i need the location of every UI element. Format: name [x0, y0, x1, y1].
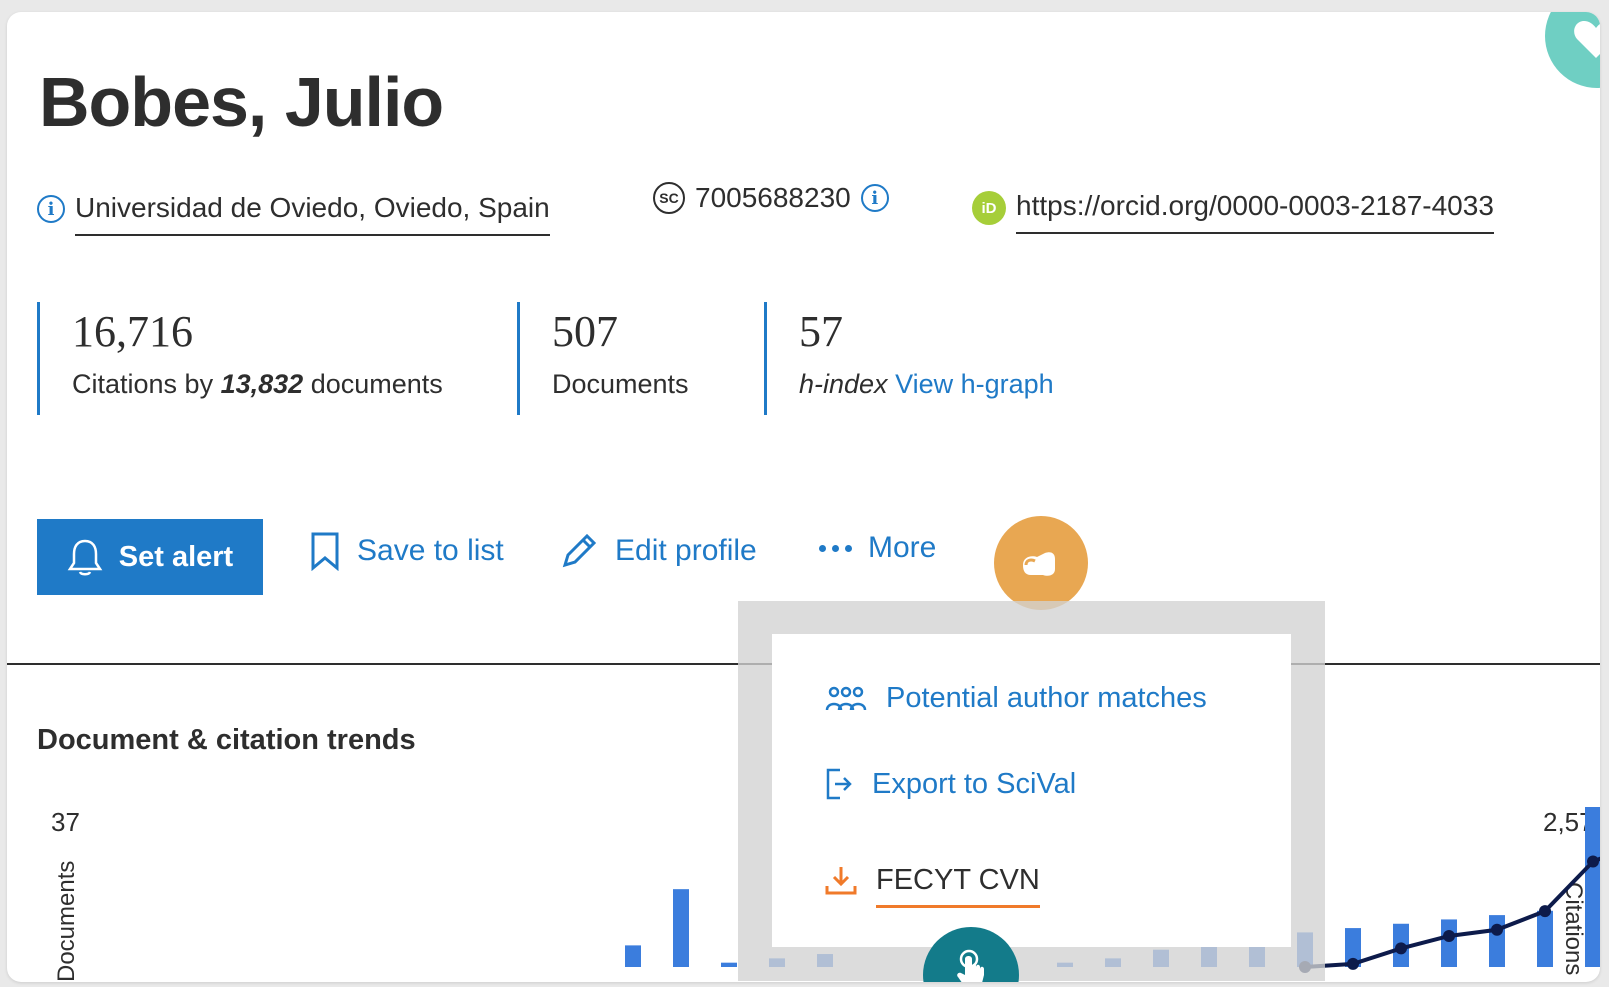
- scopus-id-value: 7005688230: [695, 182, 851, 213]
- documents-bar[interactable]: [721, 962, 737, 967]
- bookmark-icon: [311, 532, 339, 571]
- orcid-link[interactable]: https://orcid.org/0000-0003-2187-4033: [1016, 190, 1494, 234]
- trends-title: Document & citation trends: [37, 724, 416, 756]
- citations-point[interactable]: [1587, 855, 1599, 868]
- author-profile-card: Bobes, Julio i Universidad de Oviedo, Ov…: [7, 12, 1600, 982]
- export-icon: [826, 768, 852, 800]
- people-group-icon: [825, 686, 867, 710]
- citations-point[interactable]: [1443, 929, 1455, 942]
- citations-point[interactable]: [1539, 905, 1551, 918]
- hint-hand-badge: [994, 516, 1088, 610]
- hindex-value: 57: [799, 307, 843, 356]
- documents-bar[interactable]: [1489, 915, 1505, 967]
- citations-label[interactable]: Citations by 13,832 documents: [72, 369, 443, 400]
- orcid: iD https://orcid.org/0000-0003-2187-4033: [972, 182, 1494, 234]
- hand-tap-icon: [957, 949, 984, 982]
- info-icon[interactable]: i: [37, 195, 65, 223]
- author-meta-row: i Universidad de Oviedo, Oviedo, Spain S…: [7, 182, 1600, 236]
- save-to-list-button[interactable]: Save to list: [309, 531, 504, 571]
- citing-documents-count: 13,832: [220, 369, 304, 399]
- hindex-metric: 57 h-index View h-graph: [764, 302, 1054, 415]
- documents-metric: 507 Documents: [517, 302, 689, 415]
- hand-point-icon: [1023, 552, 1055, 576]
- menu-item-fecyt-cvn[interactable]: FECYT CVN: [824, 852, 1040, 908]
- hindex-label: h-index View h-graph: [799, 369, 1054, 399]
- menu-item-potential-author-matches[interactable]: Potential author matches: [824, 682, 1207, 715]
- documents-bar[interactable]: [1441, 919, 1457, 967]
- view-hgraph-link[interactable]: View h-graph: [895, 369, 1054, 399]
- affiliation: i Universidad de Oviedo, Oviedo, Spain: [37, 182, 550, 236]
- documents-label[interactable]: Documents: [552, 369, 689, 400]
- scopus-icon: SC: [653, 182, 685, 214]
- set-alert-button[interactable]: Set alert: [37, 519, 263, 595]
- edit-profile-button[interactable]: Edit profile: [559, 531, 757, 571]
- scopus-id: SC 7005688230 i: [653, 182, 889, 214]
- documents-bar[interactable]: [625, 945, 641, 967]
- favorite-badge[interactable]: [1545, 12, 1600, 88]
- more-dropdown-menu: Potential author matches Export to SciVa…: [772, 634, 1291, 947]
- bell-icon: [67, 539, 103, 576]
- citations-metric: 16,716 Citations by 13,832 documents: [37, 302, 443, 415]
- affiliation-link[interactable]: Universidad de Oviedo, Oviedo, Spain: [75, 192, 550, 236]
- citations-point[interactable]: [1395, 942, 1407, 955]
- profile-actions: Set alert Save to list Edit profile More: [7, 519, 1600, 599]
- documents-bar[interactable]: [673, 889, 689, 967]
- documents-bar[interactable]: [1537, 910, 1553, 967]
- download-icon: [825, 867, 857, 895]
- author-name: Bobes, Julio: [39, 63, 444, 141]
- pencil-icon: [562, 533, 597, 568]
- menu-item-export-to-scival[interactable]: Export to SciVal: [824, 767, 1076, 801]
- heart-icon: [1574, 21, 1600, 58]
- info-icon[interactable]: i: [860, 184, 889, 212]
- citations-count: 16,716: [72, 307, 193, 356]
- more-button[interactable]: More: [819, 531, 936, 565]
- more-dots-icon: [819, 544, 852, 552]
- citations-point[interactable]: [1491, 923, 1503, 936]
- orcid-icon: iD: [972, 191, 1006, 225]
- documents-bar[interactable]: [1585, 807, 1600, 967]
- documents-count: 507: [552, 307, 618, 356]
- citations-point[interactable]: [1347, 957, 1359, 970]
